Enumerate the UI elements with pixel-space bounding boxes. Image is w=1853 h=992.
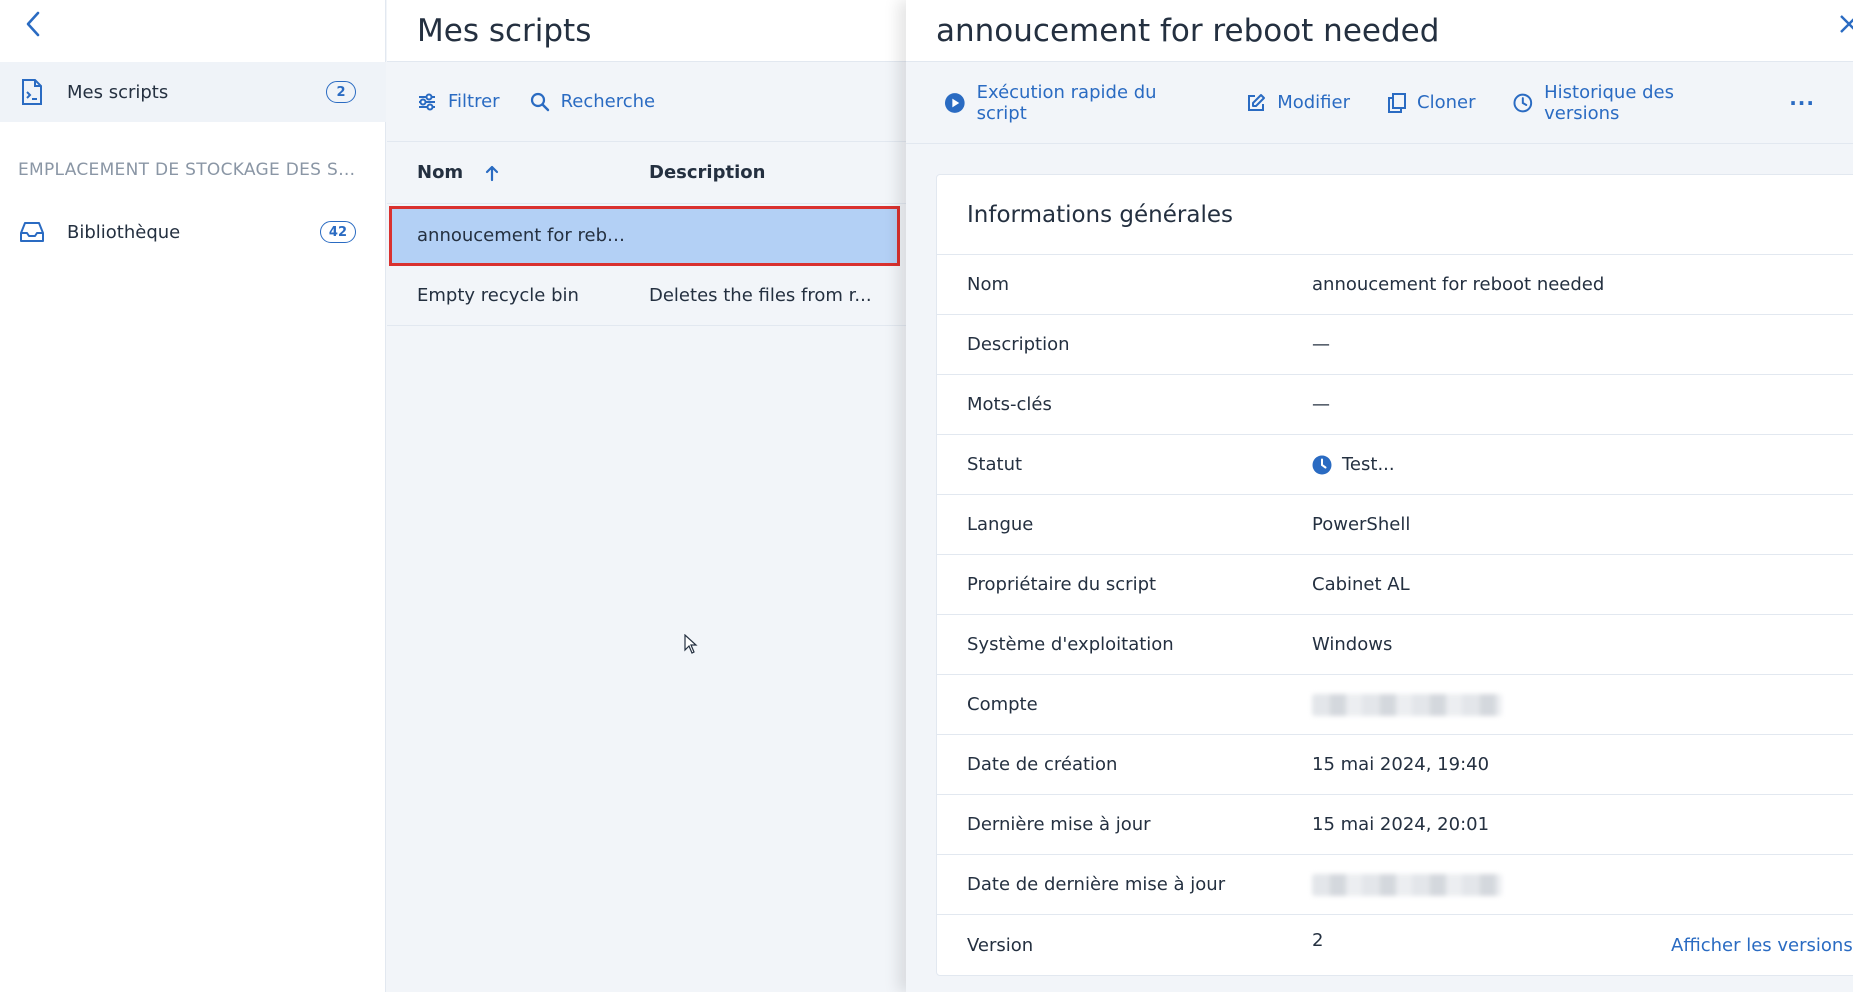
filter-label: Filtrer — [448, 91, 500, 112]
column-header-description[interactable]: Description — [649, 162, 906, 183]
info-row-version: Version 2 Afficher les versions — [967, 929, 1853, 956]
edit-pencil-icon — [1248, 93, 1266, 111]
list-toolbar: Filtrer Recherche — [387, 62, 906, 142]
detail-header: annoucement for reboot needed — [906, 0, 1853, 62]
play-circle-icon — [944, 92, 965, 113]
sidebar-item-label: Mes scripts — [67, 81, 169, 103]
info-row-os: Système d'exploitation Windows — [937, 615, 1853, 675]
info-row-updated: Dernière mise à jour 15 mai 2024, 20:01 — [937, 795, 1853, 855]
version-history-button[interactable]: Historique des versions — [1513, 82, 1751, 124]
page-title: Mes scripts — [417, 12, 592, 49]
redacted-value — [1312, 873, 1502, 896]
info-row-last-update-date: Date de dernière mise à jour — [937, 855, 1853, 915]
detail-title: annoucement for reboot needed — [936, 12, 1440, 49]
search-button[interactable]: Recherche — [530, 91, 656, 112]
row-name: Empty recycle bin — [417, 285, 579, 306]
mouse-pointer-icon — [684, 634, 698, 654]
storage-section-title: EMPLACEMENT DE STOCKAGE DES SC... — [18, 160, 358, 180]
general-info-card: Informations générales Nom annoucement f… — [936, 174, 1853, 976]
edit-button[interactable]: Modifier — [1246, 92, 1350, 113]
clock-filled-icon — [1312, 455, 1332, 475]
count-badge: 42 — [319, 221, 356, 243]
quick-run-button[interactable]: Exécution rapide du script — [944, 82, 1208, 124]
info-row-status: Statut Test... — [937, 435, 1853, 495]
search-icon — [530, 92, 549, 111]
sidebar-item-mes-scripts[interactable]: Mes scripts 2 — [0, 62, 386, 122]
sidebar-item-bibliotheque[interactable]: Bibliothèque 42 — [0, 202, 386, 262]
count-badge: 2 — [326, 81, 356, 103]
table-row[interactable]: annoucement for rebo... — [389, 206, 900, 266]
detail-toolbar: Exécution rapide du script Modifier Clon… — [906, 62, 1853, 144]
sidebar: Mes scripts 2 EMPLACEMENT DE STOCKAGE DE… — [0, 0, 386, 992]
inbox-tray-icon — [18, 218, 46, 246]
list-header: Mes scripts — [387, 0, 906, 62]
more-actions-button[interactable]: ··· — [1789, 91, 1815, 115]
info-row-name: Nom annoucement for reboot needed — [937, 255, 1853, 315]
clone-button[interactable]: Cloner — [1388, 92, 1475, 113]
search-label: Recherche — [560, 91, 656, 112]
script-detail-panel: annoucement for reboot needed Exécution … — [906, 0, 1853, 992]
filter-button[interactable]: Filtrer — [417, 91, 500, 112]
sliders-icon — [419, 93, 435, 110]
chevron-left-icon — [26, 11, 40, 37]
sidebar-item-label: Bibliothèque — [67, 221, 181, 243]
info-row-language: Langue PowerShell — [937, 495, 1853, 555]
info-row-account: Compte — [937, 675, 1853, 735]
column-header-name[interactable]: Nom — [387, 162, 649, 183]
card-title: Informations générales — [937, 175, 1853, 255]
info-row-tags: Mots-clés — — [937, 375, 1853, 435]
status-text: Test... — [1342, 454, 1395, 475]
redacted-value — [1312, 693, 1502, 716]
table-header: Nom Description — [387, 142, 906, 204]
info-row-owner: Propriétaire du script Cabinet AL — [937, 555, 1853, 615]
close-button[interactable] — [1837, 12, 1853, 42]
close-icon — [1840, 15, 1853, 33]
table-row[interactable]: Empty recycle bin Deletes the files from… — [387, 266, 906, 326]
clock-icon — [1513, 93, 1533, 112]
row-name: annoucement for rebo... — [417, 225, 632, 246]
script-list-panel: Mes scripts Filtrer Recherche Nom Descri… — [387, 0, 906, 992]
show-versions-link[interactable]: Afficher les versions — [1671, 935, 1853, 956]
back-button[interactable] — [18, 8, 48, 40]
sort-ascending-icon[interactable] — [485, 164, 499, 182]
info-row-created: Date de création 15 mai 2024, 19:40 — [937, 735, 1853, 795]
row-description: Deletes the files from r... — [649, 285, 872, 306]
copy-icon — [1388, 92, 1406, 113]
more-horizontal-icon: ··· — [1789, 90, 1815, 115]
info-row-description: Description — — [937, 315, 1853, 375]
script-file-icon — [18, 78, 46, 106]
